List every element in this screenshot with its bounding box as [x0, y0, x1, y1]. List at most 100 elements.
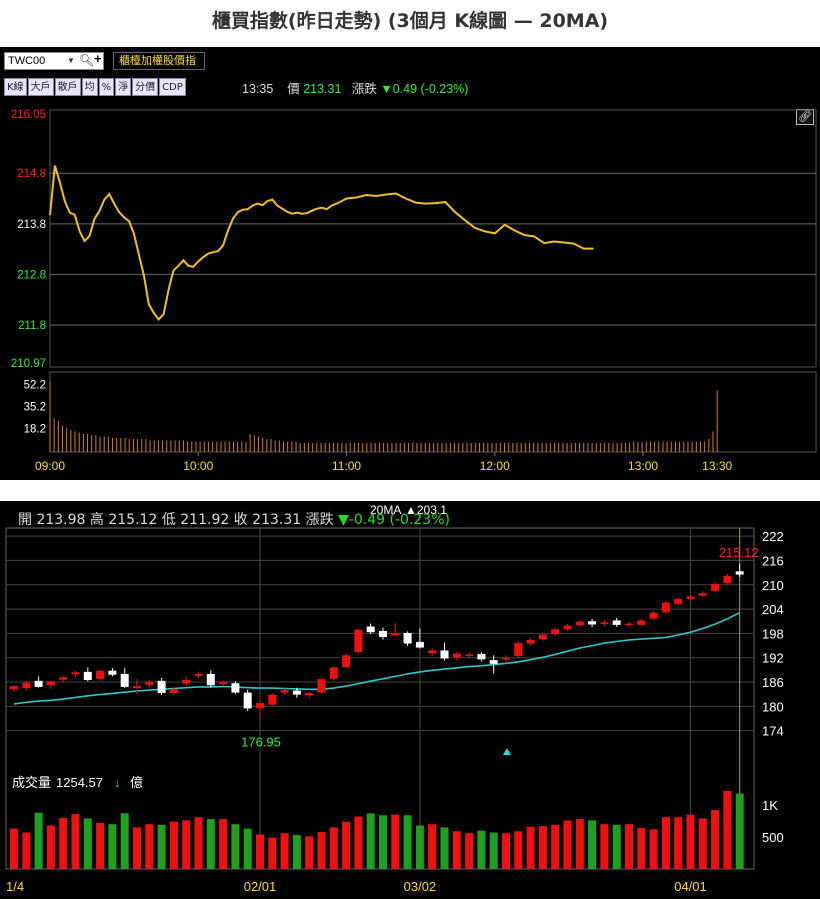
candle-body-14	[182, 680, 191, 684]
low-label: 低	[161, 512, 176, 528]
candle-body-51	[637, 620, 646, 625]
price-tick-label-5: 210.97	[11, 358, 46, 370]
candle-body-41	[514, 643, 523, 657]
candle-body-16	[206, 673, 215, 686]
candle-body-19	[243, 692, 252, 709]
volume-bar-6	[83, 818, 92, 869]
candle-body-40	[502, 658, 510, 660]
volume-bar-52	[649, 829, 658, 869]
signal-marker	[503, 748, 511, 755]
candle-body-50	[625, 623, 633, 626]
volume-bar-19	[243, 828, 252, 869]
intraday-panel: TWC00 ▼ 🔍︎ + 櫃檯加權股價指 K線 大戶 散戶均% 淨分價 CDP 13:3…	[0, 47, 820, 480]
candle-body-52	[649, 612, 658, 619]
volume-bar-40	[502, 833, 510, 869]
volume-bar-33	[415, 825, 424, 869]
volume-bar-27	[342, 821, 351, 869]
high-label: 高	[89, 512, 104, 528]
volume-bar-46	[575, 819, 584, 869]
candle-body-4	[59, 677, 68, 680]
time-tick-label-4: 13:00	[628, 459, 658, 473]
candle-body-18	[231, 683, 240, 693]
volume-arrow: ↓	[114, 775, 121, 790]
price-plot-frame	[49, 109, 817, 368]
low-annotation: 176.95	[241, 735, 281, 750]
candle-body-43	[538, 634, 547, 640]
price-line	[49, 165, 594, 321]
volume-bar-21	[268, 837, 277, 869]
high-annotation: 215.12	[719, 545, 759, 560]
candle-body-28	[354, 629, 363, 653]
volume-bar-29	[366, 813, 375, 869]
ma20-line	[13, 611, 741, 705]
volume-bar-26	[329, 827, 338, 869]
daily-tick-label-4: 198	[762, 626, 784, 641]
volume-bar-35	[440, 827, 449, 869]
candle-body-49	[612, 620, 621, 625]
candle-body-54	[674, 598, 683, 604]
volume-bar-45	[563, 820, 572, 869]
date-tick-label-0: 1/4	[6, 879, 24, 894]
volume-tick-label-2: 18.2	[24, 424, 46, 436]
daily-tick-label-1: 216	[762, 553, 784, 568]
volume-bar-51	[637, 828, 646, 869]
volume-bar-20	[256, 834, 264, 869]
candle-body-3	[46, 681, 55, 686]
candle-body-48	[600, 622, 609, 625]
volume-bar-12	[157, 824, 166, 869]
candle-body-31	[391, 632, 400, 636]
ohlc-header: 開 213.98 高 215.12 低 211.92 收 213.31 漲跌 ▼…	[18, 509, 450, 529]
daily-chart: 222 216 210 204 198 192 186 180 174 1/4 02/01 03/02…	[5, 503, 784, 894]
volume-bar-24	[305, 836, 314, 869]
date-tick-label-3: 04/01	[674, 879, 707, 894]
volume-bar-4	[59, 817, 68, 869]
volume-bar-59	[735, 793, 744, 869]
volume-bar-18	[231, 824, 240, 869]
volume-bar-57	[711, 810, 720, 869]
candle-body-15	[194, 673, 203, 676]
volume-bar-47	[588, 820, 597, 869]
candle-body-10	[133, 686, 141, 689]
volume-bar-55	[686, 814, 695, 869]
candle-body-23	[292, 690, 301, 695]
volume-bar-15	[194, 817, 203, 869]
candle-body-12	[157, 680, 166, 693]
volume-bar-34	[428, 824, 437, 869]
volume-bar-5	[71, 813, 80, 869]
open-label: 開	[18, 512, 32, 528]
candle-body-39	[489, 660, 498, 664]
volume-unit: 億	[130, 775, 143, 790]
time-tick-label-0: 09:00	[35, 459, 65, 473]
candle-body-45	[563, 625, 572, 630]
candle-body-11	[145, 682, 154, 685]
candle-body-32	[403, 632, 412, 644]
candle-body-27	[342, 655, 351, 668]
candle-body-9	[120, 673, 129, 687]
close-label: 收	[233, 512, 248, 528]
candle-body-25	[317, 679, 326, 693]
candle-body-58	[723, 575, 732, 584]
candle-body-55	[686, 596, 695, 599]
candle-body-44	[551, 629, 560, 635]
volume-tick-label-1: 500	[762, 830, 784, 845]
candle-body-56	[698, 593, 707, 596]
daily-tick-label-6: 186	[762, 675, 784, 690]
candle-body-17	[219, 682, 228, 685]
volume-bar-31	[391, 814, 400, 869]
volume-bar-9	[120, 813, 129, 869]
candle-body-1	[22, 682, 31, 689]
candle-body-57	[711, 583, 720, 591]
volume-bar-42	[526, 826, 535, 869]
time-tick-label-5: 13:30	[702, 459, 732, 473]
candle-body-36	[452, 653, 461, 658]
volume-bar-0	[10, 828, 18, 869]
time-tick-label-2: 11:00	[332, 459, 361, 473]
candle-body-7	[96, 670, 105, 679]
close-value: 213.31	[252, 512, 302, 528]
candle-body-46	[575, 621, 584, 626]
volume-bar-22	[280, 833, 289, 869]
candle-body-21	[268, 694, 277, 705]
change-value-daily: ▼-0.49 (-0.23%)	[338, 512, 450, 528]
candle-body-5	[71, 672, 80, 675]
volume-bar-39	[489, 832, 498, 869]
